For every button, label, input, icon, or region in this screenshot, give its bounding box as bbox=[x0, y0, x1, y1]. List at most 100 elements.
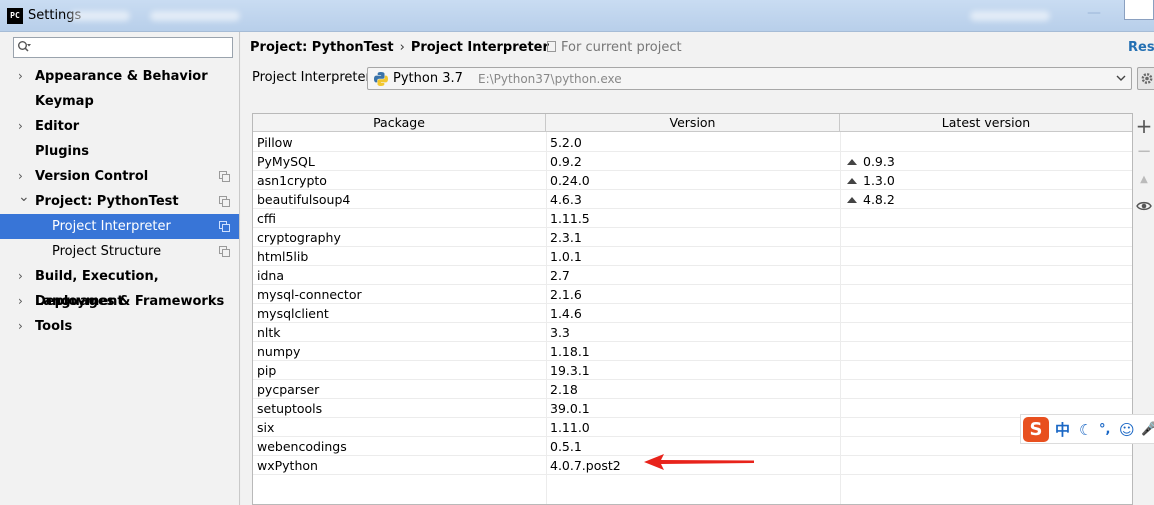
sidebar-item-label: Version Control bbox=[35, 169, 149, 184]
sogou-logo-icon[interactable]: S bbox=[1023, 417, 1049, 442]
table-row[interactable]: pycparser 2.18 bbox=[253, 380, 1132, 399]
chevron-right-icon[interactable]: › bbox=[18, 264, 30, 289]
package-name: mysqlclient bbox=[257, 306, 329, 321]
table-row[interactable]: cffi 1.11.5 bbox=[253, 209, 1132, 228]
table-row[interactable]: asn1crypto 0.24.0 1.3.0 bbox=[253, 171, 1132, 190]
table-row[interactable]: html5lib 1.0.1 bbox=[253, 247, 1132, 266]
table-row[interactable]: PyMySQL 0.9.2 0.9.3 bbox=[253, 152, 1132, 171]
chevron-right-icon[interactable]: › bbox=[18, 289, 30, 314]
emoji-icon[interactable]: ☺ bbox=[1119, 420, 1135, 440]
sidebar-item-tools[interactable]: › Tools bbox=[0, 314, 239, 339]
upgrade-available-icon bbox=[847, 197, 857, 203]
package-name: setuptools bbox=[257, 401, 323, 416]
sidebar-item-editor[interactable]: › Editor bbox=[0, 114, 239, 139]
package-version: 2.18 bbox=[550, 382, 578, 397]
table-row[interactable]: six 1.11.0 bbox=[253, 418, 1132, 437]
sidebar-item-keymap[interactable]: Keymap bbox=[0, 89, 239, 114]
settings-search-box[interactable] bbox=[13, 37, 233, 58]
microphone-icon[interactable]: 🎤 bbox=[1141, 420, 1154, 440]
table-row[interactable]: nltk 3.3 bbox=[253, 323, 1132, 342]
upgrade-available-icon bbox=[847, 159, 857, 165]
remove-package-button[interactable]: − bbox=[1134, 142, 1154, 162]
upgrade-package-button[interactable]: ▲ bbox=[1134, 170, 1154, 190]
package-name: pycparser bbox=[257, 382, 320, 397]
column-header-package[interactable]: Package bbox=[253, 114, 546, 132]
package-version: 19.3.1 bbox=[550, 363, 590, 378]
sidebar-item-label: Keymap bbox=[35, 94, 94, 109]
package-version: 0.5.1 bbox=[550, 439, 582, 454]
document-icon bbox=[547, 41, 556, 52]
sidebar-item-label: Project: PythonTest bbox=[35, 194, 179, 209]
gear-icon bbox=[1141, 73, 1153, 84]
interpreter-select[interactable]: Python 3.7 E:\Python37\python.exe bbox=[367, 67, 1132, 90]
table-row[interactable]: mysqlclient 1.4.6 bbox=[253, 304, 1132, 323]
table-row[interactable]: mysql-connector 2.1.6 bbox=[253, 285, 1132, 304]
latest-version-text: 4.8.2 bbox=[863, 192, 895, 207]
sidebar-item-plugins[interactable]: Plugins bbox=[0, 139, 239, 164]
sidebar-item-appearance-behavior[interactable]: › Appearance & Behavior bbox=[0, 64, 239, 89]
add-package-button[interactable]: + bbox=[1134, 116, 1154, 136]
table-row[interactable]: setuptools 39.0.1 bbox=[253, 399, 1132, 418]
chevron-right-icon[interactable]: › bbox=[18, 314, 30, 339]
package-name: beautifulsoup4 bbox=[257, 192, 351, 207]
sidebar-item-build-execution-deployment[interactable]: › Build, Execution, Deployment bbox=[0, 264, 239, 309]
chevron-right-icon[interactable]: › bbox=[18, 114, 30, 139]
package-version: 2.3.1 bbox=[550, 230, 582, 245]
interpreter-path: E:\Python37\python.exe bbox=[478, 72, 622, 86]
window-control[interactable] bbox=[1124, 0, 1154, 20]
scope-note: For current project bbox=[547, 40, 682, 55]
package-version: 1.0.1 bbox=[550, 249, 582, 264]
package-name: Pillow bbox=[257, 135, 293, 150]
scope-label: For current project bbox=[561, 40, 682, 55]
package-version: 1.11.0 bbox=[550, 420, 590, 435]
table-row[interactable]: Pillow 5.2.0 bbox=[253, 133, 1132, 152]
table-header: Package Version Latest version bbox=[253, 114, 1132, 132]
packages-toolbar: + − ▲ bbox=[1134, 113, 1154, 505]
package-version: 39.0.1 bbox=[550, 401, 590, 416]
package-version: 1.18.1 bbox=[550, 344, 590, 359]
latest-version-text: 0.9.3 bbox=[863, 154, 895, 169]
interpreter-settings-button[interactable] bbox=[1137, 67, 1154, 90]
column-header-version[interactable]: Version bbox=[546, 114, 840, 132]
sidebar-item-project-structure[interactable]: Project Structure bbox=[0, 239, 239, 264]
table-row[interactable]: beautifulsoup4 4.6.3 4.8.2 bbox=[253, 190, 1132, 209]
blurred-title-area bbox=[70, 11, 130, 21]
sidebar-item-languages-frameworks[interactable]: › Languages & Frameworks bbox=[0, 289, 239, 314]
ime-chinese-mode[interactable]: 中 bbox=[1055, 420, 1070, 440]
table-row[interactable]: cryptography 2.3.1 bbox=[253, 228, 1132, 247]
breadcrumb-separator: › bbox=[399, 40, 405, 55]
punctuation-mode[interactable]: °, bbox=[1099, 420, 1110, 440]
sidebar-item-label: Project Interpreter bbox=[52, 219, 171, 234]
settings-search-input[interactable] bbox=[38, 39, 228, 56]
package-name: mysql-connector bbox=[257, 287, 362, 302]
package-version: 1.4.6 bbox=[550, 306, 582, 321]
moon-icon[interactable]: ☾ bbox=[1079, 420, 1092, 440]
show-early-releases-button[interactable] bbox=[1134, 196, 1154, 216]
package-name: pip bbox=[257, 363, 277, 378]
breadcrumb: Project: PythonTest › Project Interpreter bbox=[250, 40, 549, 55]
table-row[interactable]: idna 2.7 bbox=[253, 266, 1132, 285]
minimize-button[interactable]: — bbox=[1084, 4, 1104, 22]
python-icon bbox=[374, 72, 388, 86]
sidebar-item-project-interpreter[interactable]: Project Interpreter bbox=[0, 214, 239, 239]
package-name: html5lib bbox=[257, 249, 309, 264]
chevron-down-icon[interactable]: ⌄ bbox=[18, 185, 30, 210]
column-header-latest-version[interactable]: Latest version bbox=[840, 114, 1132, 132]
sidebar-item-label: Tools bbox=[35, 319, 73, 334]
table-row[interactable]: pip 19.3.1 bbox=[253, 361, 1132, 380]
sidebar-item-version-control[interactable]: › Version Control bbox=[0, 164, 239, 189]
sidebar-item-project-pythontest[interactable]: ⌄ Project: PythonTest bbox=[0, 189, 239, 214]
package-version: 3.3 bbox=[550, 325, 570, 340]
blurred-title-area bbox=[970, 11, 1050, 21]
chevron-right-icon[interactable]: › bbox=[18, 64, 30, 89]
package-name: numpy bbox=[257, 344, 301, 359]
package-version: 2.1.6 bbox=[550, 287, 582, 302]
table-row[interactable]: numpy 1.18.1 bbox=[253, 342, 1132, 361]
sidebar-item-label: Languages & Frameworks bbox=[35, 294, 225, 309]
ime-toolbar: S 中 ☾ °, ☺ 🎤 bbox=[1020, 414, 1154, 444]
package-version: 2.7 bbox=[550, 268, 570, 283]
package-version: 4.6.3 bbox=[550, 192, 582, 207]
package-version: 5.2.0 bbox=[550, 135, 582, 150]
reset-link[interactable]: Rese bbox=[1128, 40, 1154, 55]
search-icon bbox=[18, 41, 31, 52]
